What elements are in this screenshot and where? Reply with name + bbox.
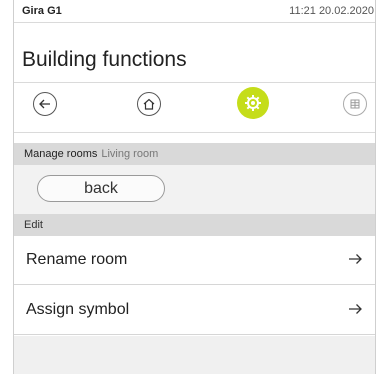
arrow-right-icon [349, 254, 362, 264]
section-header-manage-rooms: Manage rooms Living room [14, 143, 375, 165]
back-arrow-icon [39, 99, 50, 109]
room-name: Living room [101, 148, 159, 160]
grid-icon [350, 99, 360, 109]
list-item-rename-room[interactable]: Rename room [14, 237, 375, 285]
back-area: back [14, 165, 375, 214]
grid-button[interactable] [343, 92, 367, 116]
status-bar: Gira G1 11:21 20.02.2020 [22, 5, 374, 21]
list-item-assign-symbol[interactable]: Assign symbol [14, 287, 375, 335]
divider [14, 132, 375, 133]
frame-border-right [375, 0, 376, 374]
home-icon [143, 98, 155, 110]
back-button[interactable] [33, 92, 57, 116]
clock-datetime: 11:21 20.02.2020 [289, 5, 374, 17]
section-header-edit: Edit [14, 214, 375, 236]
nav-bar [14, 84, 375, 134]
list-item-label: Rename room [26, 251, 128, 268]
divider [14, 22, 375, 23]
section-title: Manage rooms [24, 148, 98, 160]
home-button[interactable] [137, 92, 161, 116]
settings-button[interactable] [237, 87, 269, 119]
list-item-label: Assign symbol [26, 301, 130, 318]
back-text-button[interactable]: back [37, 175, 165, 202]
empty-area [14, 336, 375, 374]
device-name: Gira G1 [22, 5, 62, 17]
app-frame: Gira G1 11:21 20.02.2020 Building functi… [0, 0, 388, 374]
page-title: Building functions [22, 48, 187, 71]
divider [14, 82, 375, 83]
arrow-right-icon [349, 304, 362, 314]
gear-icon [245, 95, 261, 111]
